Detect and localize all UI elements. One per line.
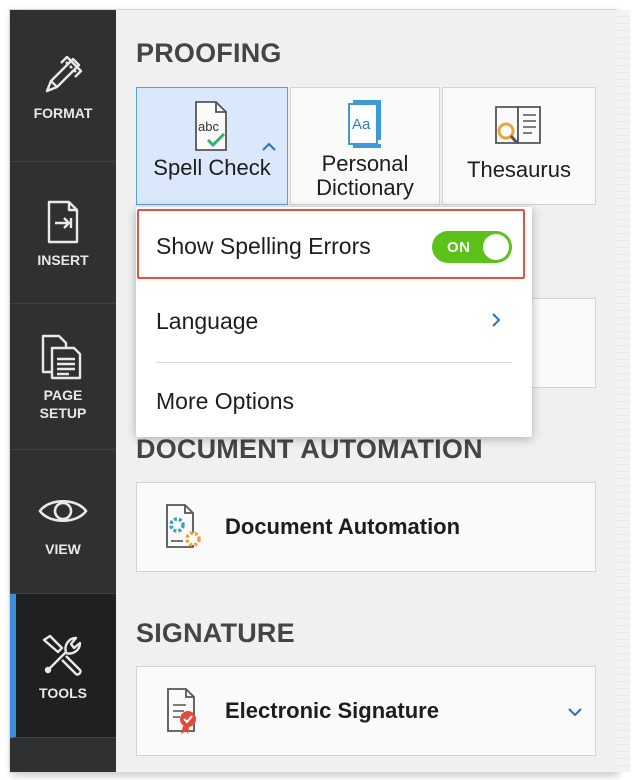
- spelling-errors-toggle[interactable]: ON: [432, 231, 512, 263]
- pencil-ruler-icon: [35, 50, 91, 100]
- dictionary-icon: Aa: [335, 96, 395, 152]
- more-options-label: More Options: [156, 387, 295, 414]
- tool-rail: FORMAT INSERT PAGE SETUP VIEW TOOLS: [10, 10, 116, 772]
- thesaurus-icon: [489, 96, 549, 156]
- section-title-signature: SIGNATURE: [136, 618, 295, 648]
- rail-item-format[interactable]: FORMAT: [10, 10, 116, 162]
- app-window: FORMAT INSERT PAGE SETUP VIEW TOOLS PROO…: [10, 10, 616, 772]
- document-edge: [616, 10, 630, 772]
- chevron-right-icon: [492, 313, 501, 327]
- show-spelling-errors-label: Show Spelling Errors: [156, 232, 371, 259]
- rail-item-insert[interactable]: INSERT: [10, 162, 116, 304]
- toggle-on-label: ON: [447, 238, 471, 256]
- spell-check-button[interactable]: abc Spell Check: [136, 87, 288, 205]
- menu-divider: [156, 362, 512, 363]
- eye-icon: [35, 486, 91, 536]
- rail-item-page-setup[interactable]: PAGE SETUP: [10, 304, 116, 450]
- rail-item-label: INSERT: [37, 251, 89, 268]
- document-automation-label: Document Automation: [225, 514, 461, 539]
- chevron-up-icon[interactable]: [261, 142, 277, 152]
- rail-item-label: VIEW: [45, 540, 81, 557]
- chevron-down-icon[interactable]: [567, 707, 583, 717]
- rail-item-label: FORMAT: [33, 104, 93, 121]
- spell-check-menu: Show Spelling Errors ON Language More Op…: [136, 207, 532, 437]
- document-automation-button[interactable]: Document Automation: [136, 482, 596, 572]
- thesaurus-button[interactable]: Thesaurus: [442, 87, 596, 205]
- menu-item-language[interactable]: Language: [136, 285, 532, 357]
- insert-document-icon: [35, 197, 91, 247]
- section-title-document-automation: DOCUMENT AUTOMATION: [136, 434, 483, 464]
- rail-item-view[interactable]: VIEW: [10, 450, 116, 594]
- thesaurus-label: Thesaurus: [467, 157, 571, 182]
- personal-dictionary-button[interactable]: Aa Personal Dictionary: [290, 87, 440, 205]
- electronic-signature-button[interactable]: Electronic Signature: [136, 666, 596, 756]
- menu-item-more-options[interactable]: More Options: [136, 367, 532, 435]
- spell-check-icon: abc: [182, 96, 242, 156]
- rail-item-label: PAGE SETUP: [39, 386, 87, 421]
- toggle-knob: [483, 234, 509, 260]
- signature-badge-icon: [153, 685, 215, 737]
- section-title-proofing: PROOFING: [136, 38, 282, 68]
- spell-check-label: Spell Check: [153, 155, 271, 180]
- rail-item-label: TOOLS: [39, 684, 87, 701]
- svg-text:abc: abc: [198, 119, 219, 134]
- tools-icon: [35, 630, 91, 680]
- svg-text:Aa: Aa: [352, 116, 371, 133]
- personal-dictionary-label: Personal Dictionary: [316, 151, 414, 200]
- menu-item-show-spelling-errors[interactable]: Show Spelling Errors ON: [136, 207, 532, 285]
- document-gears-icon: [153, 501, 215, 553]
- electronic-signature-label: Electronic Signature: [225, 698, 439, 723]
- page-setup-icon: [35, 332, 91, 382]
- rail-item-tools[interactable]: TOOLS: [10, 594, 116, 738]
- language-label: Language: [156, 307, 259, 334]
